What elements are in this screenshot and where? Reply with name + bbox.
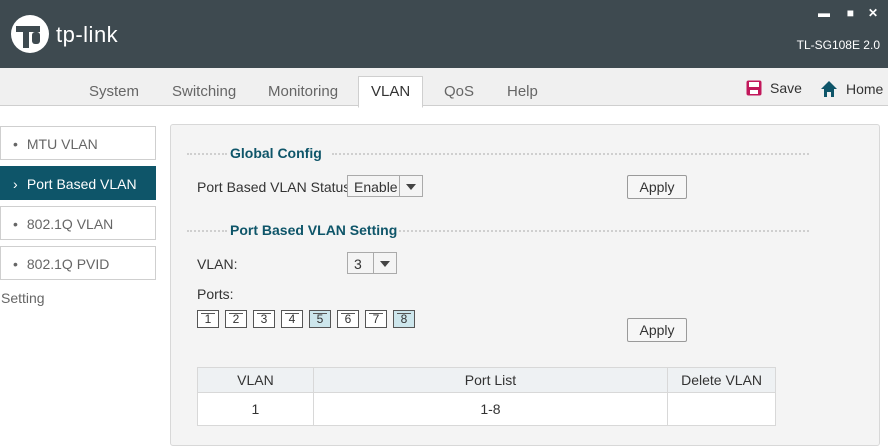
select-value: 3 bbox=[354, 256, 362, 272]
tab-qos[interactable]: QoS bbox=[444, 83, 474, 100]
save-label: Save bbox=[770, 80, 802, 96]
select-value: Enable bbox=[354, 179, 398, 195]
vlan-status-select[interactable]: Enable bbox=[347, 175, 423, 197]
sidebar-item-label: MTU VLAN bbox=[26, 136, 98, 152]
floppy-disk-icon bbox=[746, 80, 762, 96]
chevron-right-icon: › bbox=[13, 176, 18, 192]
sidebar-item-8021q-pvid[interactable]: • 802.1Q PVID Setting bbox=[0, 246, 156, 306]
port-5-checkbox[interactable]: 5 bbox=[309, 310, 331, 328]
sidebar-item-mtu-vlan[interactable]: • MTU VLAN bbox=[0, 126, 156, 160]
tab-help[interactable]: Help bbox=[507, 83, 538, 100]
maximize-icon[interactable]: ■ bbox=[847, 6, 854, 20]
model-label: TL-SG108E 2.0 bbox=[796, 38, 880, 52]
save-button[interactable]: Save bbox=[746, 80, 802, 96]
chevron-down-icon bbox=[373, 253, 396, 273]
bullet-icon: • bbox=[13, 216, 18, 232]
cell-vlan: 1 bbox=[197, 392, 314, 426]
cell-delete[interactable] bbox=[667, 392, 776, 426]
sidebar-item-label: Port Based VLAN bbox=[26, 176, 137, 192]
main-nav: System Switching Monitoring VLAN QoS Hel… bbox=[0, 68, 888, 108]
vlan-table: VLAN Port List Delete VLAN 1 1-8 bbox=[197, 367, 776, 426]
vlan-id-select[interactable]: 3 bbox=[347, 252, 397, 274]
column-header-vlan: VLAN bbox=[197, 367, 314, 393]
minimize-icon[interactable]: ▬ bbox=[818, 6, 830, 20]
tab-switching[interactable]: Switching bbox=[172, 83, 236, 100]
bullet-icon: • bbox=[13, 136, 18, 152]
section-title: Port Based VLAN Setting bbox=[230, 222, 398, 238]
port-2-checkbox[interactable]: 2 bbox=[225, 310, 247, 328]
port-7-checkbox[interactable]: 7 bbox=[365, 310, 387, 328]
tab-monitoring[interactable]: Monitoring bbox=[268, 83, 338, 100]
section-title: Global Config bbox=[230, 145, 322, 161]
table-row[interactable]: 1 1-8 bbox=[197, 392, 776, 426]
port-4-checkbox[interactable]: 4 bbox=[281, 310, 303, 328]
home-label: Home bbox=[846, 81, 884, 97]
home-button[interactable]: Home bbox=[820, 80, 883, 98]
section-header-vlan-setting: Port Based VLAN Setting bbox=[187, 222, 809, 240]
column-header-port-list: Port List bbox=[312, 367, 669, 393]
close-icon[interactable]: ✕ bbox=[868, 6, 878, 20]
port-3-checkbox[interactable]: 3 bbox=[253, 310, 275, 328]
chevron-down-icon bbox=[399, 176, 422, 196]
port-6-checkbox[interactable]: 6 bbox=[337, 310, 359, 328]
header-bar: tp-link ▬ ■ ✕ TL-SG108E 2.0 bbox=[0, 0, 888, 68]
column-header-delete-vlan: Delete VLAN bbox=[667, 367, 776, 393]
home-icon bbox=[821, 81, 837, 97]
ports-label: Ports: bbox=[197, 286, 234, 302]
tab-system[interactable]: System bbox=[89, 83, 139, 100]
section-header-global-config: Global Config bbox=[187, 145, 809, 163]
sidebar-item-8021q-vlan[interactable]: • 802.1Q VLAN bbox=[0, 206, 156, 240]
apply-button-global[interactable]: Apply bbox=[627, 175, 687, 199]
sidebar-item-port-based-vlan[interactable]: › Port Based VLAN bbox=[0, 166, 156, 200]
bullet-icon: • bbox=[13, 256, 18, 272]
vlan-status-label: Port Based VLAN Status: bbox=[197, 179, 355, 195]
cell-port-list: 1-8 bbox=[312, 392, 669, 426]
table-header-row: VLAN Port List Delete VLAN bbox=[197, 367, 776, 393]
apply-button-vlan-setting[interactable]: Apply bbox=[627, 318, 687, 342]
port-1-checkbox[interactable]: 1 bbox=[197, 310, 219, 328]
port-8-checkbox[interactable]: 8 bbox=[393, 310, 415, 328]
tab-vlan[interactable]: VLAN bbox=[358, 76, 424, 108]
vlan-id-label: VLAN: bbox=[197, 256, 238, 272]
brand-name: tp-link bbox=[56, 22, 119, 47]
sidebar-item-label: 802.1Q VLAN bbox=[26, 216, 114, 232]
